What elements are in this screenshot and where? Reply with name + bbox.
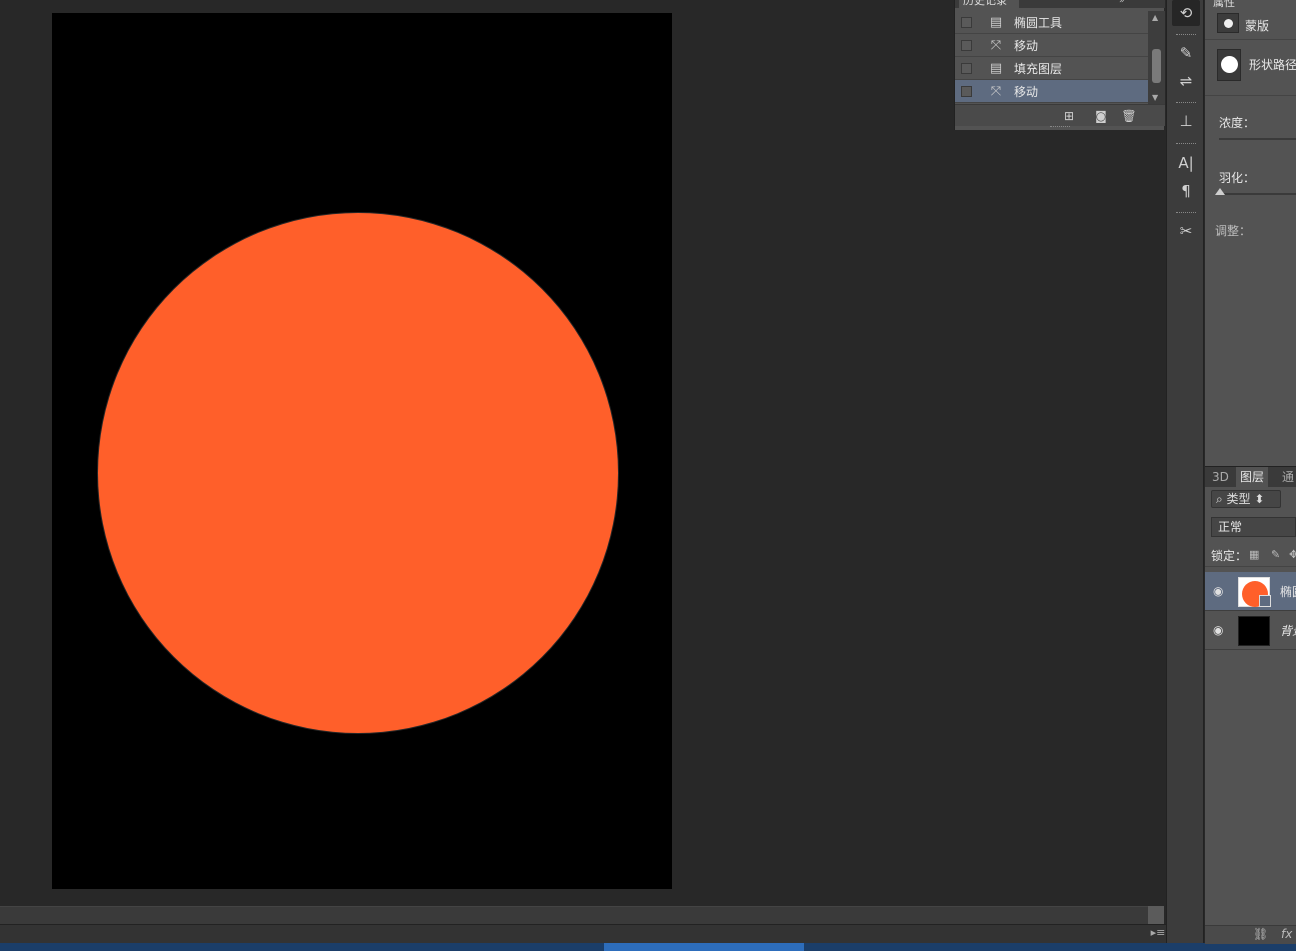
mask-row[interactable]: 蒙版 [1205, 8, 1296, 40]
dock-separator [1176, 212, 1196, 215]
mask-dot [1224, 19, 1233, 28]
tab-layers[interactable]: 图层 [1236, 467, 1269, 487]
layer-thumbnail [1238, 616, 1270, 646]
history-item-label: 椭圆工具 [1014, 15, 1063, 30]
mask-icon [1217, 13, 1239, 33]
lock-pixels-icon[interactable]: ✎ [1271, 548, 1280, 561]
blend-mode-select[interactable]: 正常 [1211, 517, 1296, 537]
vector-mask-icon [1259, 595, 1271, 607]
panel-menu-icon[interactable]: » [1119, 0, 1149, 6]
layers-panel: 3D 图层 通 ⌕ 类型 ⬍ 正常 锁定： ▦ ✎ ✥ ◉ 椭圆 ◉ 背景 ⛓ … [1205, 466, 1296, 944]
orange-ellipse-shape[interactable] [98, 213, 618, 733]
adjustments-dock-icon[interactable]: ⇌ [1172, 68, 1200, 94]
character-dock-icon[interactable]: A| [1172, 150, 1200, 176]
paragraph-dock-icon[interactable]: ¶ [1172, 178, 1200, 204]
scroll-thumb[interactable] [1152, 49, 1161, 83]
panel-dock: ⟲ ✎ ⇌ ⊥ A| ¶ ✂ [1166, 0, 1204, 943]
taskbar-active-item[interactable] [604, 943, 804, 951]
feather-label: 羽化： [1219, 171, 1256, 185]
scroll-up-icon[interactable]: ▲ [1152, 13, 1158, 22]
history-dock-icon[interactable]: ⟲ [1172, 0, 1200, 26]
history-item-label: 移动 [1014, 38, 1039, 53]
history-footer: ⊞ ◙ 🗑 [955, 104, 1165, 126]
lock-label: 锁定： [1211, 549, 1248, 563]
properties-tab[interactable]: 属性 [1213, 0, 1253, 9]
shape-path-icon [1217, 49, 1241, 81]
history-item[interactable]: ▤ 椭圆工具 [955, 11, 1148, 34]
history-panel: 历史记录 » ▤ 椭圆工具 ⤧ 移动 ▤ 填充图层 ⤧ 移动 ▲ ▼ ⊞ ◙ 🗑 [954, 0, 1165, 130]
history-tab-bar: 历史记录 » [955, 0, 1165, 8]
eye-icon[interactable]: ◉ [1213, 584, 1223, 598]
layers-tab-bar: 3D 图层 通 [1205, 467, 1296, 487]
feather-slider[interactable] [1219, 193, 1296, 195]
canvas-workspace[interactable] [0, 0, 1166, 906]
new-document-icon[interactable]: ⊞ [1061, 108, 1077, 124]
brush-presets-dock-icon[interactable]: ✎ [1172, 40, 1200, 66]
history-list: ▤ 椭圆工具 ⤧ 移动 ▤ 填充图层 ⤧ 移动 [955, 11, 1148, 104]
history-scrollbar[interactable]: ▲ ▼ [1148, 11, 1165, 104]
dock-separator [1176, 34, 1196, 37]
snapshot-source-checkbox[interactable] [961, 85, 972, 97]
snapshot-source-checkbox[interactable] [961, 39, 972, 51]
shape-path-label: 形状路径 [1249, 58, 1296, 72]
history-item[interactable]: ⤧ 移动 [955, 34, 1148, 57]
dock-separator [1176, 102, 1196, 105]
lock-row: 锁定： ▦ ✎ ✥ [1205, 543, 1296, 567]
density-label: 浓度： [1219, 116, 1256, 130]
link-icon[interactable]: ⛓ [1253, 927, 1268, 941]
snapshot-source-checkbox[interactable] [961, 16, 972, 28]
document-icon: ▤ [989, 14, 1003, 30]
lock-transparency-icon[interactable]: ▦ [1249, 548, 1259, 561]
horizontal-scrollbar[interactable] [0, 906, 1148, 924]
shape-path-dot [1221, 56, 1238, 73]
layer-row-background[interactable]: ◉ 背景 [1205, 611, 1296, 650]
layer-row-ellipse[interactable]: ◉ 椭圆 [1205, 572, 1296, 611]
scrollbar-corner [1148, 906, 1164, 924]
scroll-down-icon[interactable]: ▼ [1152, 93, 1158, 102]
trash-icon[interactable]: 🗑 [1121, 108, 1137, 124]
history-item-label: 填充图层 [1014, 61, 1063, 76]
eye-icon[interactable]: ◉ [1213, 623, 1223, 637]
history-item[interactable]: ⤧ 移动 [955, 80, 1148, 103]
tab-3d[interactable]: 3D [1208, 467, 1233, 487]
history-tab[interactable]: 历史记录 [959, 0, 1019, 8]
snapshot-source-checkbox[interactable] [961, 62, 972, 74]
move-tool-icon: ⤧ [990, 37, 1002, 53]
adjust-label: 调整： [1215, 224, 1252, 238]
tab-channels[interactable]: 通 [1278, 467, 1296, 487]
dock-separator [1176, 143, 1196, 146]
document-canvas[interactable] [52, 13, 672, 889]
layers-footer: ⛓ fx [1205, 925, 1296, 944]
status-menu-icon[interactable]: ▸≡ [1150, 926, 1166, 942]
layer-name: 背景 [1280, 624, 1296, 638]
fx-icon[interactable]: fx [1281, 927, 1292, 941]
mask-label: 蒙版 [1245, 19, 1270, 33]
feather-slider-handle[interactable] [1215, 188, 1225, 195]
history-item[interactable]: ▤ 填充图层 [955, 57, 1148, 80]
document-icon: ▤ [989, 60, 1003, 76]
camera-icon[interactable]: ◙ [1093, 108, 1109, 124]
status-bar: ▸≡ [0, 924, 1166, 943]
move-tool-icon: ⤧ [990, 83, 1002, 99]
layer-thumbnail [1238, 577, 1271, 607]
history-item-label: 移动 [1014, 84, 1039, 99]
lock-position-icon[interactable]: ✥ [1289, 548, 1296, 561]
resize-grip[interactable] [1050, 126, 1070, 129]
tools-dock-icon[interactable]: ✂ [1172, 218, 1200, 244]
properties-panel: 属性 蒙版 形状路径 浓度： 羽化： 调整： [1205, 0, 1296, 466]
clone-source-dock-icon[interactable]: ⊥ [1172, 108, 1200, 134]
density-slider[interactable] [1219, 138, 1296, 140]
shape-path-row[interactable]: 形状路径 [1205, 42, 1296, 96]
layer-name: 椭圆 [1280, 585, 1296, 599]
layer-filter-select[interactable]: ⌕ 类型 ⬍ [1211, 490, 1281, 508]
